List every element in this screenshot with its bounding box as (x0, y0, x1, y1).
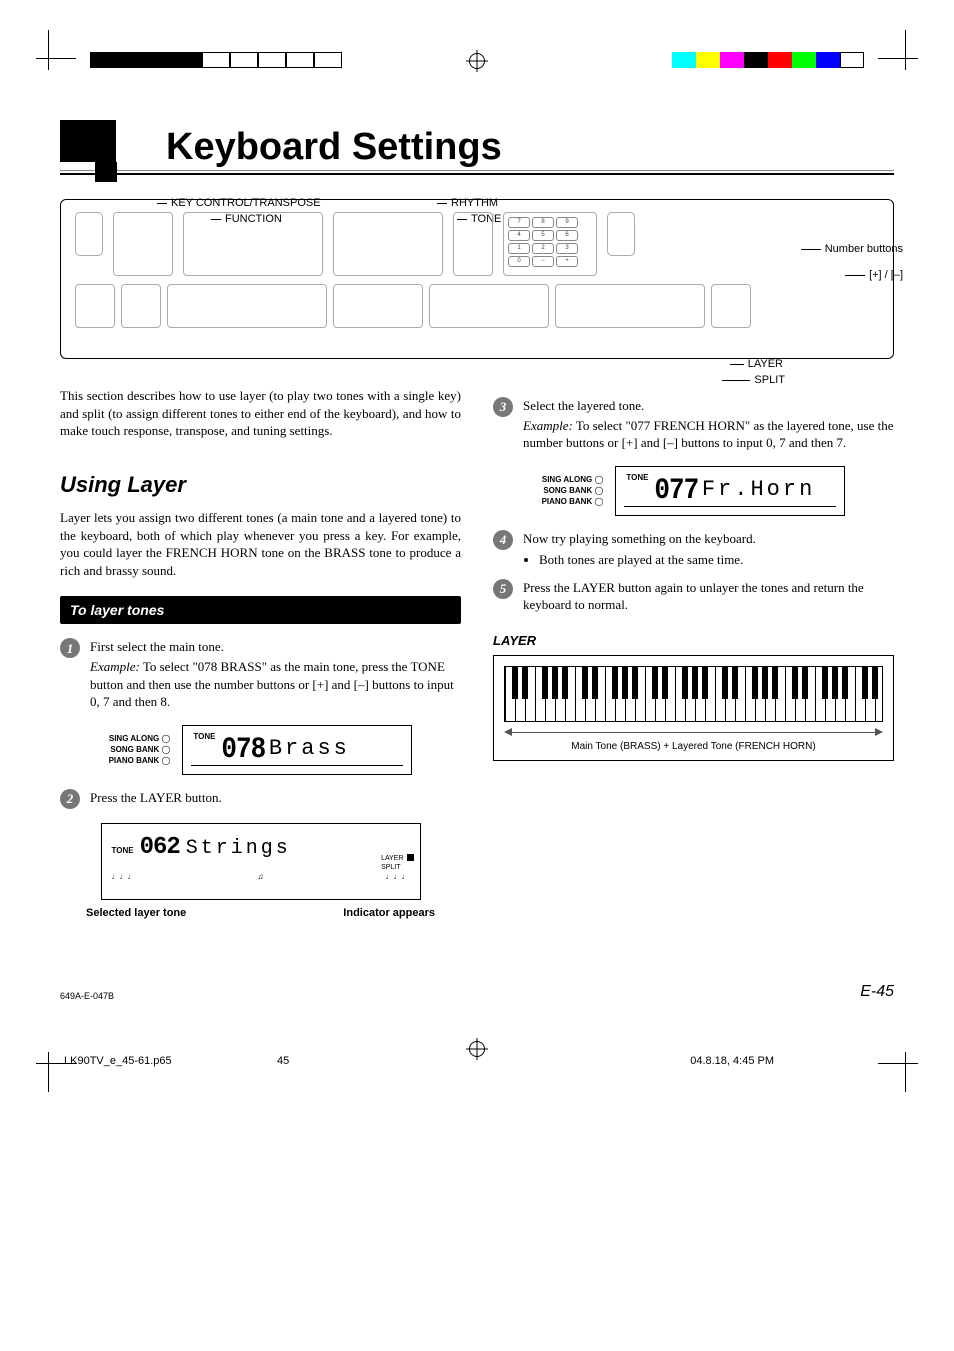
layer-figure-heading: LAYER (493, 632, 894, 650)
footer-page: E-45 (860, 981, 894, 1003)
step-3-example: To select "077 FRENCH HORN" as the layer… (523, 418, 894, 451)
keyboard-diagram: KEY CONTROL/TRANSPOSE FUNCTION RHYTHM TO… (60, 199, 894, 359)
step-5-text: Press the LAYER button again to unlayer … (523, 580, 864, 613)
using-layer-heading: Using Layer (60, 470, 461, 500)
printer-marks-bottom: LK90TV_e_45-61.p65 45 04.8.18, 4:45 PM (60, 1032, 894, 1082)
page-header: Keyboard Settings (60, 120, 894, 162)
step-1: 1 First select the main tone. Example: T… (60, 638, 461, 710)
step-number-icon: 4 (493, 530, 513, 550)
step-3: 3 Select the layered tone. Example: To s… (493, 397, 894, 452)
lcd2-caption-right: Indicator appears (343, 906, 435, 921)
page-footer: 649A-E-047B E-45 (60, 981, 894, 1003)
example-label: Example: (90, 659, 140, 674)
step-number-icon: 3 (493, 397, 513, 417)
step-4-text: Now try playing something on the keyboar… (523, 531, 756, 546)
step-2-text: Press the LAYER button. (90, 790, 222, 805)
step-3-text: Select the layered tone. (523, 398, 644, 413)
intro-paragraph: This section describes how to use layer … (60, 387, 461, 440)
footer-sheet: 45 (277, 1054, 289, 1069)
layer-keyboard-figure: Main Tone (BRASS) + Layered Tone (FRENCH… (493, 655, 894, 761)
step-5: 5 Press the LAYER button again to unlaye… (493, 579, 894, 614)
footer-file: LK90TV_e_45-61.p65 (64, 1054, 172, 1069)
footer-code: 649A-E-047B (60, 990, 114, 1002)
step-1-example: To select "078 BRASS" as the main tone, … (90, 659, 454, 709)
using-layer-body: Layer lets you assign two different tone… (60, 509, 461, 579)
step-number-icon: 1 (60, 638, 80, 658)
lcd-display-3: SING ALONG SONG BANK PIANO BANK TONE 077… (493, 466, 894, 516)
example-label: Example: (523, 418, 573, 433)
step-4-bullet: Both tones are played at the same time. (539, 551, 894, 569)
step-1-text: First select the main tone. (90, 639, 224, 654)
lcd2-caption-left: Selected layer tone (86, 906, 186, 921)
page-title: Keyboard Settings (166, 122, 502, 173)
lcd-display-2: TONE 062 Strings LAYER SPLIT ♩♩♩♫♩♩♩ (101, 823, 421, 900)
step-number-icon: 5 (493, 579, 513, 599)
layer-figure-caption: Main Tone (BRASS) + Layered Tone (FRENCH… (504, 740, 883, 754)
step-2: 2 Press the LAYER button. (60, 789, 461, 809)
lcd-display-1: SING ALONG SONG BANK PIANO BANK TONE 078… (60, 725, 461, 775)
to-layer-heading: To layer tones (60, 596, 461, 625)
step-4: 4 Now try playing something on the keybo… (493, 530, 894, 569)
step-number-icon: 2 (60, 789, 80, 809)
footer-timestamp: 04.8.18, 4:45 PM (690, 1054, 774, 1069)
printer-marks-top (60, 30, 894, 100)
